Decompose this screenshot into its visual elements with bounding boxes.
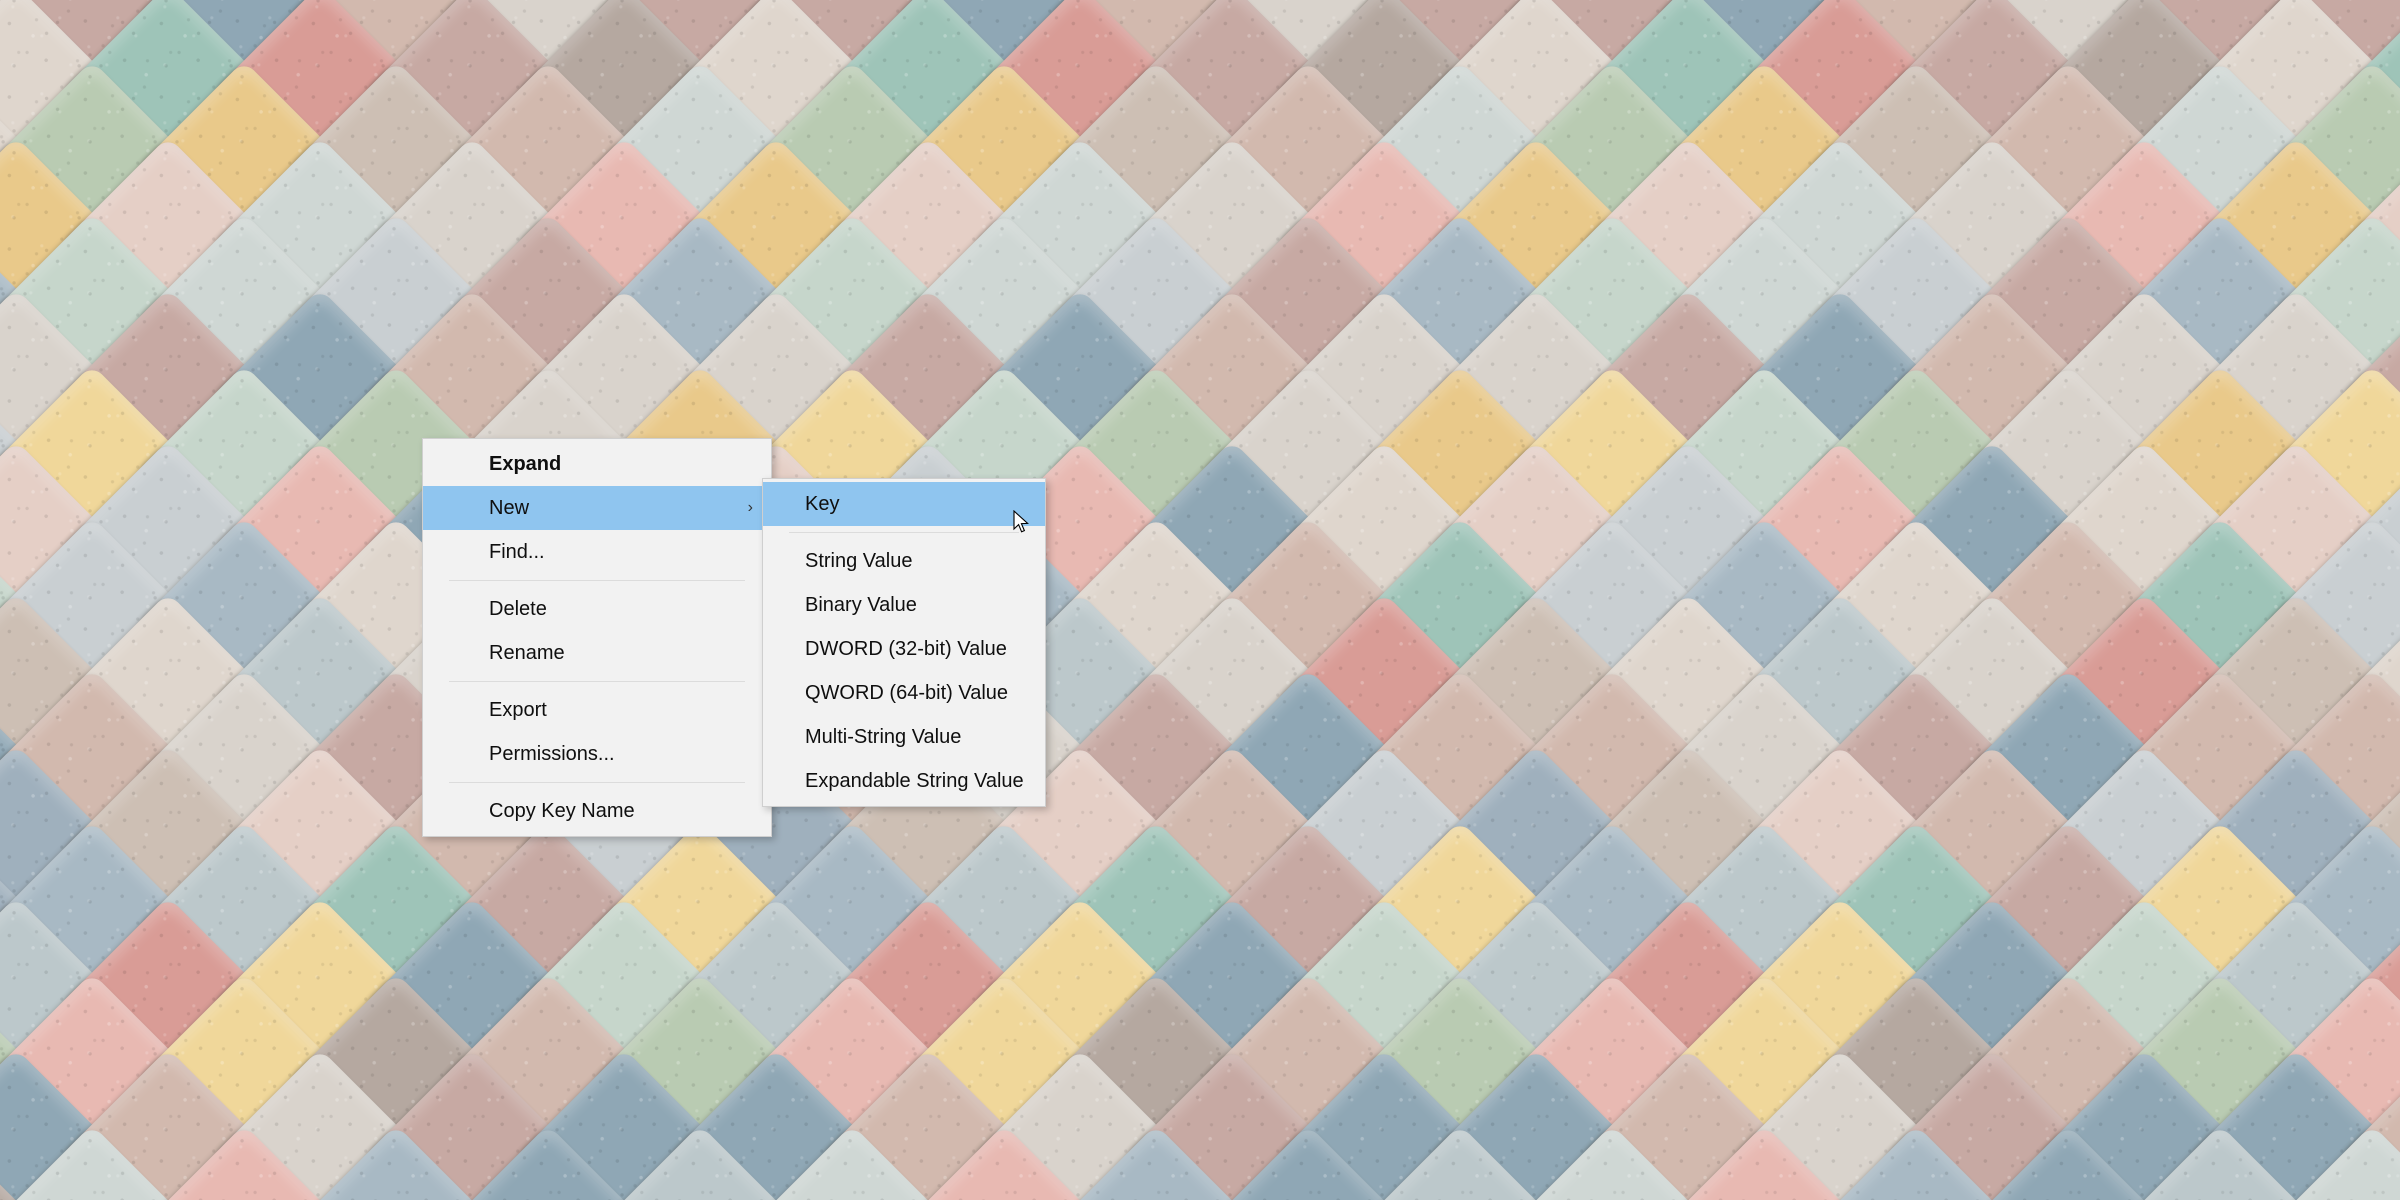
menu-separator — [789, 532, 1019, 533]
menu-item-label: Permissions... — [489, 742, 615, 765]
menu-item-label: Find... — [489, 540, 545, 563]
menu-item-label: Binary Value — [805, 593, 917, 616]
menu-item-label: Multi-String Value — [805, 725, 962, 748]
menu-item-label: Expand — [489, 452, 562, 475]
menu-item-label: String Value — [805, 549, 913, 572]
menu-separator — [449, 580, 745, 581]
menu-item-label: DWORD (32-bit) Value — [805, 637, 1007, 660]
context-menu-item-permissions[interactable]: Permissions... — [423, 732, 771, 776]
menu-item-label: Delete — [489, 597, 547, 620]
menu-item-label: QWORD (64-bit) Value — [805, 681, 1009, 704]
menu-item-label: New — [489, 496, 530, 519]
submenu-item-qword-64-bit-value[interactable]: QWORD (64-bit) Value — [763, 671, 1045, 715]
menu-separator — [449, 681, 745, 682]
menu-item-label: Expandable String Value — [805, 769, 1024, 792]
submenu-item-key[interactable]: Key — [763, 482, 1045, 526]
menu-item-label: Export — [489, 698, 547, 721]
context-menu-item-export[interactable]: Export — [423, 688, 771, 732]
new-submenu[interactable]: Key String Value Binary Value DWORD (32-bit… — [762, 478, 1046, 807]
context-menu-item-expand[interactable]: Expand — [423, 442, 771, 486]
submenu-item-dword-32-bit-value[interactable]: DWORD (32-bit) Value — [763, 627, 1045, 671]
menu-item-label: Key — [805, 492, 840, 515]
context-menu-item-rename[interactable]: Rename — [423, 631, 771, 675]
desktop-wallpaper — [0, 0, 2400, 1200]
submenu-item-string-value[interactable]: String Value — [763, 539, 1045, 583]
menu-item-label: Rename — [489, 641, 565, 664]
submenu-item-binary-value[interactable]: Binary Value — [763, 583, 1045, 627]
tree-context-menu[interactable]: Expand New › Find... Delete Rename Export Permi… — [422, 438, 772, 837]
menu-separator — [449, 782, 745, 783]
context-menu-item-find[interactable]: Find... — [423, 530, 771, 574]
context-menu-item-copy-key-name[interactable]: Copy Key Name — [423, 789, 771, 833]
context-menu-item-new[interactable]: New › — [423, 486, 771, 530]
submenu-item-expandable-string-value[interactable]: Expandable String Value — [763, 759, 1045, 803]
tile-wall-pattern — [0, 0, 2400, 1200]
menu-item-label: Copy Key Name — [489, 799, 635, 822]
chevron-right-icon: › — [747, 499, 753, 516]
submenu-item-multi-string-value[interactable]: Multi-String Value — [763, 715, 1045, 759]
context-menu-item-delete[interactable]: Delete — [423, 587, 771, 631]
